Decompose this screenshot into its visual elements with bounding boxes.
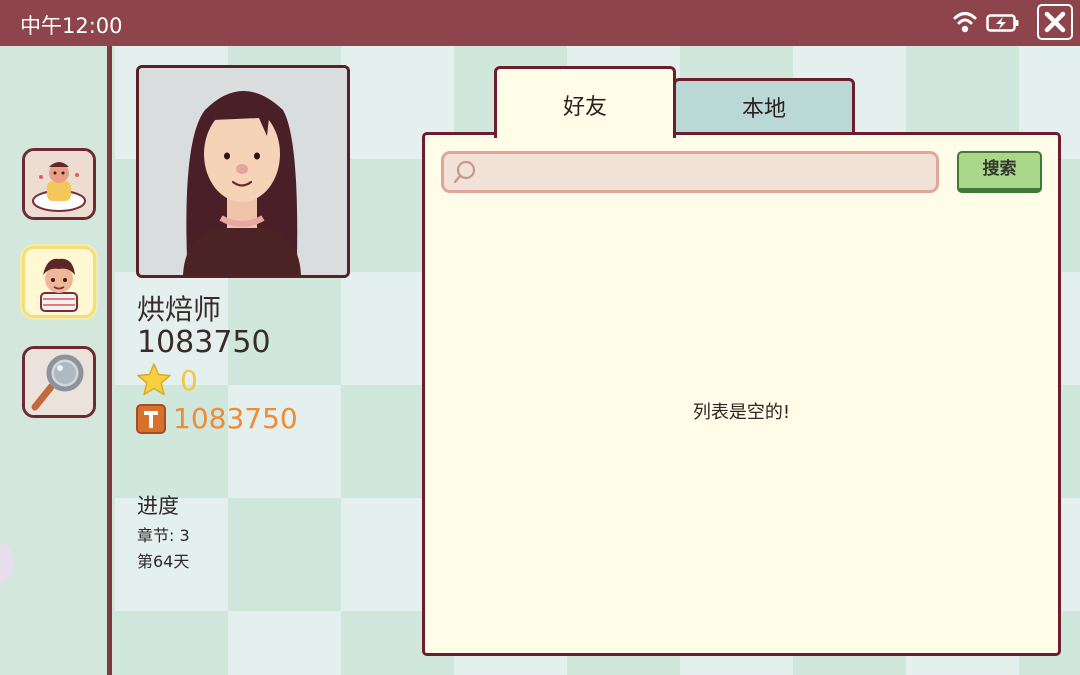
search-button[interactable]: 搜索 xyxy=(957,151,1042,193)
empty-list-message: 列表是空的! xyxy=(692,402,791,423)
star-count: 0 xyxy=(180,364,198,397)
close-button[interactable] xyxy=(1037,4,1073,40)
chef-character-icon xyxy=(25,151,93,217)
rail-button-search[interactable] xyxy=(22,346,96,418)
clock: 中午12:00 xyxy=(20,14,123,38)
boy-character-icon xyxy=(25,249,93,315)
player-id: 1083750 xyxy=(137,325,271,360)
tab-friends[interactable]: 好友 xyxy=(494,66,676,138)
battery-charging-icon xyxy=(986,14,1019,32)
baker-portrait xyxy=(139,68,347,275)
rail-divider xyxy=(107,46,115,675)
progress-title: 进度 xyxy=(137,494,179,518)
coin-icon xyxy=(136,404,166,434)
close-icon xyxy=(1044,11,1066,33)
rail-button-chef[interactable] xyxy=(22,148,96,220)
friends-panel xyxy=(422,132,1061,656)
search-input[interactable] xyxy=(484,158,928,188)
magnifier-icon xyxy=(25,349,93,415)
rail-button-profile[interactable] xyxy=(22,246,96,318)
avatar xyxy=(136,65,350,278)
star-icon xyxy=(137,363,171,396)
coin-count: 1083750 xyxy=(173,402,298,435)
search-field[interactable] xyxy=(441,151,939,193)
tab-local[interactable]: 本地 xyxy=(673,78,855,134)
chapter-label: 章节: 3 xyxy=(137,526,190,545)
search-icon xyxy=(453,160,476,184)
player-name: 烘焙师 xyxy=(137,293,222,326)
status-bar: 中午12:00 xyxy=(0,0,1080,46)
wifi-icon xyxy=(953,12,977,33)
day-label: 第64天 xyxy=(137,552,190,571)
